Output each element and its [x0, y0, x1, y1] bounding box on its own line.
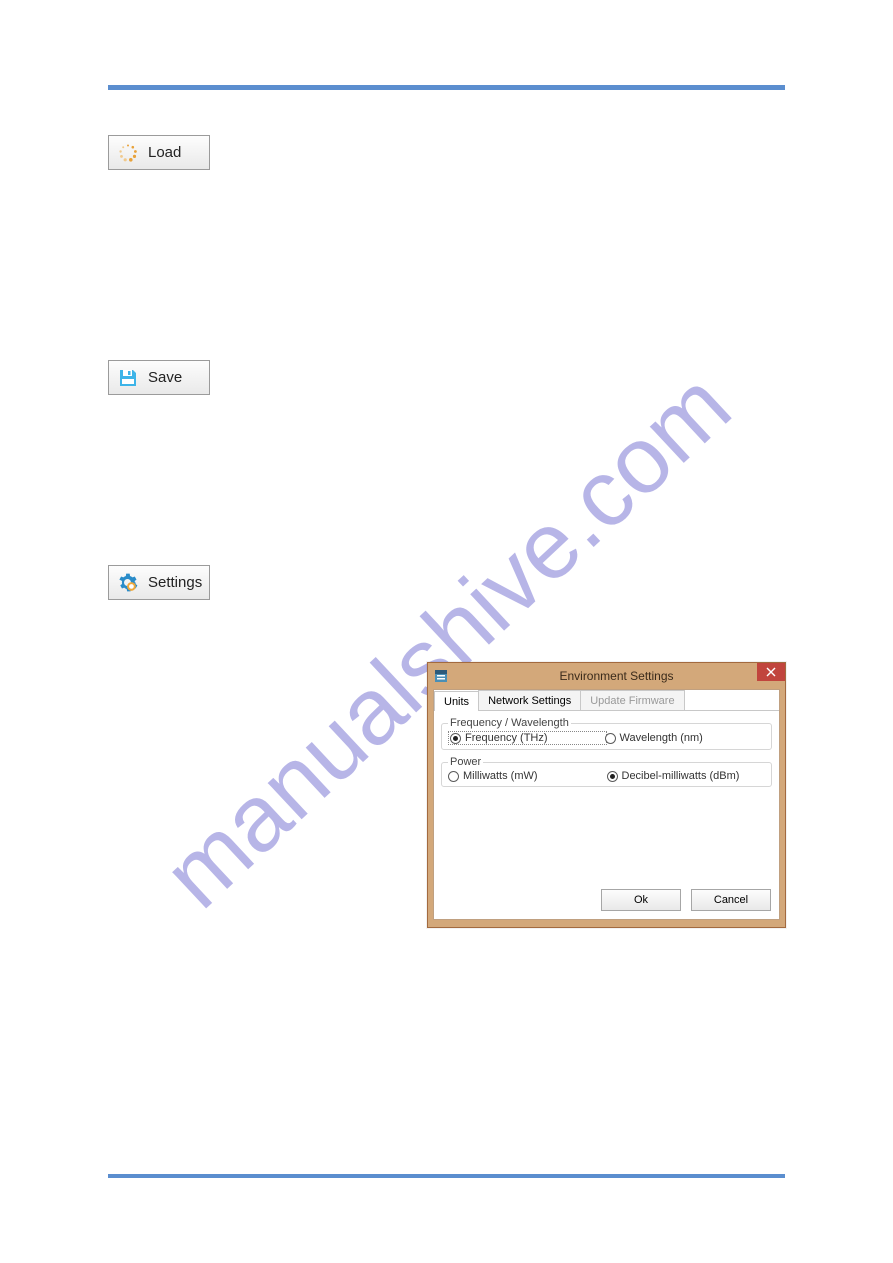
radio-label: Frequency (THz) — [465, 732, 548, 744]
radio-milliwatts[interactable]: Milliwatts (mW) — [448, 770, 607, 782]
radio-icon — [605, 733, 616, 744]
dialog-title: Environment Settings — [448, 669, 785, 683]
dialog-icon — [434, 669, 448, 683]
dialog-body: Units Network Settings Update Firmware F… — [433, 689, 780, 920]
dialog-tabs: Units Network Settings Update Firmware — [434, 690, 779, 711]
dialog-footer: Ok Cancel — [434, 889, 779, 919]
save-button-label: Save — [148, 369, 182, 386]
radio-decibel-milliwatts[interactable]: Decibel-milliwatts (dBm) — [607, 770, 766, 782]
radio-label: Decibel-milliwatts (dBm) — [622, 770, 740, 782]
close-icon — [766, 667, 776, 677]
group-power: Power Milliwatts (mW) Decibel-milliwatts… — [441, 756, 772, 787]
spinner-icon — [117, 142, 138, 163]
tab-content-units: Frequency / Wavelength Frequency (THz) W… — [434, 711, 779, 889]
floppy-disk-icon — [117, 367, 138, 388]
group-frequency-legend: Frequency / Wavelength — [448, 717, 571, 729]
radio-wavelength-nm[interactable]: Wavelength (nm) — [605, 731, 764, 745]
radio-label: Wavelength (nm) — [620, 732, 703, 744]
tab-units[interactable]: Units — [434, 691, 479, 711]
radio-label: Milliwatts (mW) — [463, 770, 538, 782]
environment-settings-dialog: Environment Settings Units Network Setti… — [427, 662, 786, 928]
radio-icon — [607, 771, 618, 782]
save-button[interactable]: Save — [108, 360, 210, 395]
close-button[interactable] — [757, 663, 785, 681]
tab-network-settings[interactable]: Network Settings — [478, 690, 581, 710]
group-power-legend: Power — [448, 756, 483, 768]
group-frequency-wavelength: Frequency / Wavelength Frequency (THz) W… — [441, 717, 772, 750]
settings-button-label: Settings — [148, 574, 202, 591]
page-rule-bottom — [108, 1174, 785, 1178]
radio-icon — [448, 771, 459, 782]
ok-button[interactable]: Ok — [601, 889, 681, 911]
gear-icon — [117, 572, 138, 593]
tab-update-firmware[interactable]: Update Firmware — [580, 690, 684, 710]
load-button[interactable]: Load — [108, 135, 210, 170]
settings-button[interactable]: Settings — [108, 565, 210, 600]
cancel-button[interactable]: Cancel — [691, 889, 771, 911]
dialog-titlebar[interactable]: Environment Settings — [428, 663, 785, 689]
page-rule-top — [108, 85, 785, 90]
load-button-label: Load — [148, 144, 181, 161]
radio-icon — [450, 733, 461, 744]
radio-frequency-thz[interactable]: Frequency (THz) — [448, 731, 607, 745]
